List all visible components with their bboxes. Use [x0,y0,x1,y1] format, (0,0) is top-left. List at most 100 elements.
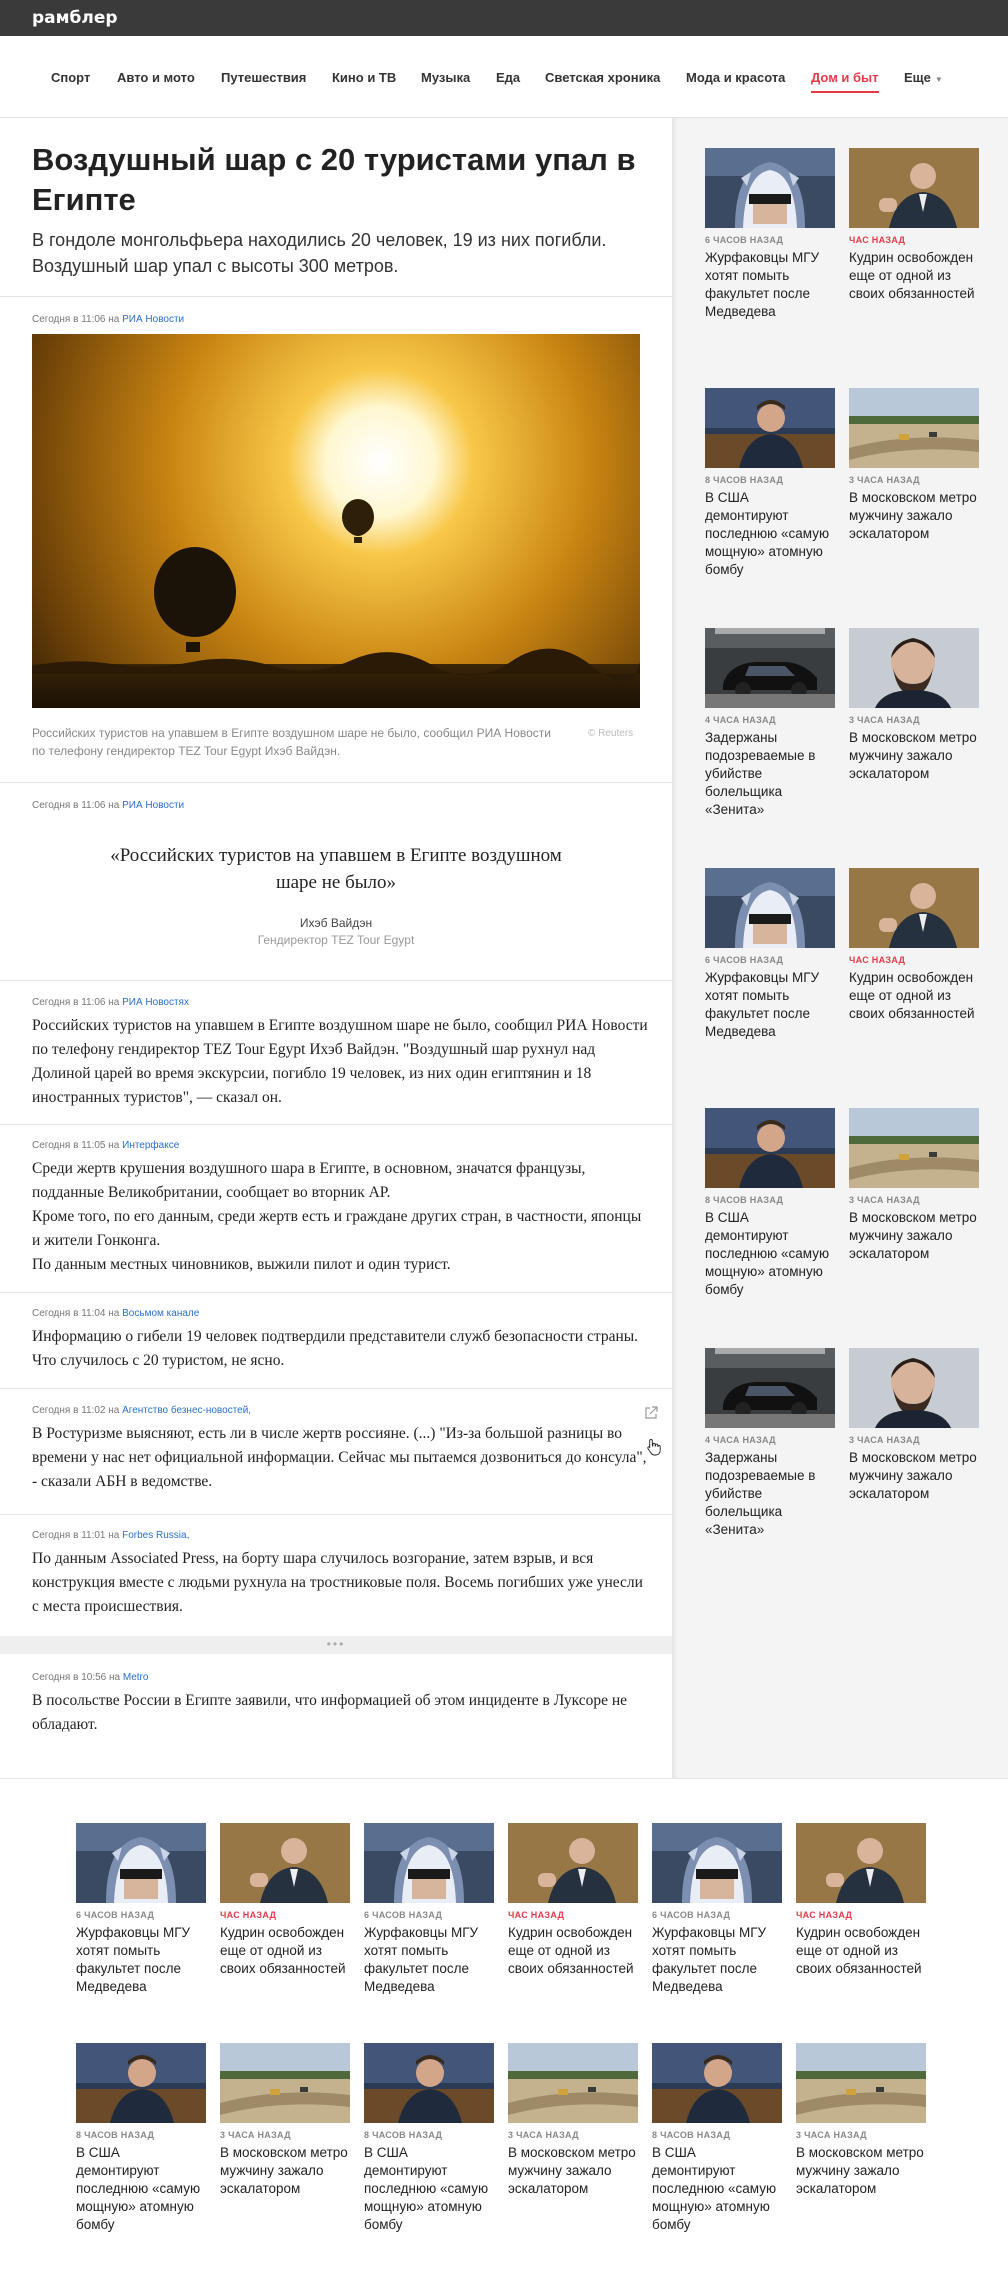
news-title-link[interactable]: Кудрин освобожден еще от одной из своих … [796,1924,926,1978]
nav-item-sport[interactable]: Спорт [51,70,90,85]
news-card[interactable]: 4 ЧАСА НАЗАД Задержаны подозреваемые в уб… [705,1348,835,1539]
news-card[interactable]: 8 ЧАСОВ НАЗАД В США демонтируют последнюю… [705,388,835,579]
news-title-link[interactable]: В московском метро мужчину зажало эскала… [849,489,979,543]
news-title-link[interactable]: Кудрин освобожден еще от одной из своих … [220,1924,350,1978]
news-title-link[interactable]: Журфаковцы МГУ хотят помыть факультет по… [652,1924,782,1996]
news-thumbnail[interactable] [849,1348,979,1428]
news-card[interactable]: ЧАС НАЗАД Кудрин освобожден еще от одной … [508,1823,638,1978]
news-title-link[interactable]: В московском метро мужчину зажало эскала… [796,2144,926,2198]
news-card[interactable]: 3 ЧАСА НАЗАД В московском метро мужчину з… [849,1348,979,1503]
news-thumbnail[interactable] [508,2043,638,2123]
news-timestamp: 8 ЧАСОВ НАЗАД [76,2130,155,2140]
news-thumbnail[interactable] [705,1348,835,1428]
news-card[interactable]: 6 ЧАСОВ НАЗАД Журфаковцы МГУ хотят помыть… [76,1823,206,1996]
news-title-link[interactable]: Кудрин освобожден еще от одной из своих … [849,249,979,303]
divider [0,782,672,783]
news-title-link[interactable]: В США демонтируют последнюю «самую мощну… [76,2144,206,2234]
news-card[interactable]: ЧАС НАЗАД Кудрин освобожден еще от одной … [849,148,979,303]
news-thumbnail[interactable] [705,868,835,948]
news-card[interactable]: 3 ЧАСА НАЗАД В московском метро мужчину з… [796,2043,926,2198]
news-title-link[interactable]: Журфаковцы МГУ хотят помыть факультет по… [705,969,835,1041]
news-thumbnail[interactable] [76,1823,206,1903]
news-thumbnail[interactable] [849,388,979,468]
news-thumbnail[interactable] [849,148,979,228]
news-thumbnail[interactable] [652,1823,782,1903]
news-card[interactable]: 6 ЧАСОВ НАЗАД Журфаковцы МГУ хотят помыть… [652,1823,782,1996]
news-title-link[interactable]: В США демонтируют последнюю «самую мощну… [705,1209,835,1299]
news-thumbnail[interactable] [705,628,835,708]
news-thumbnail[interactable] [220,2043,350,2123]
news-title-link[interactable]: В московском метро мужчину зажало эскала… [508,2144,638,2198]
nav-item-music[interactable]: Музыка [421,70,470,85]
news-card[interactable]: 8 ЧАСОВ НАЗАД В США демонтируют последнюю… [705,1108,835,1299]
news-thumbnail[interactable] [796,2043,926,2123]
news-thumbnail[interactable] [849,1108,979,1188]
news-card[interactable]: 6 ЧАСОВ НАЗАД Журфаковцы МГУ хотят помыть… [364,1823,494,1996]
nav-item-celebrity[interactable]: Светская хроника [545,70,660,85]
news-card[interactable]: 6 ЧАСОВ НАЗАД Журфаковцы МГУ хотят помыть… [705,148,835,321]
news-title-link[interactable]: В московском метро мужчину зажало эскала… [849,729,979,783]
news-thumbnail[interactable] [220,1823,350,1903]
rambler-logo[interactable]: рамблер [32,8,118,28]
news-title-link[interactable]: Журфаковцы МГУ хотят помыть факультет по… [364,1924,494,1996]
entry-source-link[interactable]: Forbes Russia, [122,1530,189,1541]
nav-item-fashion[interactable]: Мода и красота [686,70,785,85]
news-title-link[interactable]: Кудрин освобожден еще от одной из своих … [508,1924,638,1978]
quote-source-link[interactable]: РИА Новости [122,800,184,811]
news-thumbnail[interactable] [705,388,835,468]
news-title-link[interactable]: Кудрин освобожден еще от одной из своих … [849,969,979,1023]
news-thumbnail[interactable] [364,2043,494,2123]
news-thumbnail[interactable] [849,868,979,948]
news-timestamp: 8 ЧАСОВ НАЗАД [705,475,784,485]
news-title-link[interactable]: В США демонтируют последнюю «самую мощну… [652,2144,782,2234]
news-title-link[interactable]: Журфаковцы МГУ хотят помыть факультет по… [705,249,835,321]
quote-meta: Сегодня в 11:06 на РИА Новости [32,800,184,811]
news-card[interactable]: 6 ЧАСОВ НАЗАД Журфаковцы МГУ хотят помыть… [705,868,835,1041]
news-card[interactable]: 3 ЧАСА НАЗАД В московском метро мужчину з… [220,2043,350,2198]
nav-item-cinema[interactable]: Кино и ТВ [332,70,396,85]
news-thumbnail[interactable] [796,1823,926,1903]
nav-item-home[interactable]: Дом и быт [811,70,879,85]
nav-item-travel[interactable]: Путешествия [221,70,306,85]
news-card[interactable]: ЧАС НАЗАД Кудрин освобожден еще от одной … [220,1823,350,1978]
news-title-link[interactable]: В московском метро мужчину зажало эскала… [849,1209,979,1263]
news-title-link[interactable]: В США демонтируют последнюю «самую мощну… [364,2144,494,2234]
news-thumbnail[interactable] [705,148,835,228]
entry-time: Сегодня в 11:06 на [32,997,123,1008]
news-thumbnail[interactable] [76,2043,206,2123]
nav-item-auto[interactable]: Авто и мото [117,70,195,85]
nav-item-more[interactable]: Еще ▼ [904,70,943,85]
news-card[interactable]: 8 ЧАСОВ НАЗАД В США демонтируют последнюю… [652,2043,782,2234]
news-thumbnail[interactable] [508,1823,638,1903]
load-more-divider[interactable]: ••• [0,1636,672,1654]
photo-source-link[interactable]: РИА Новости [122,314,184,325]
entry-source-link[interactable]: Восьмом канале [122,1308,199,1319]
news-card[interactable]: ЧАС НАЗАД Кудрин освобожден еще от одной … [796,1823,926,1978]
news-thumbnail[interactable] [705,1108,835,1188]
entry-source-link[interactable]: Агентство безнес-новостей, [122,1405,251,1416]
news-card[interactable]: 8 ЧАСОВ НАЗАД В США демонтируют последнюю… [76,2043,206,2234]
news-thumbnail[interactable] [364,1823,494,1903]
news-card[interactable]: 3 ЧАСА НАЗАД В московском метро мужчину з… [849,628,979,783]
nav-item-food[interactable]: Еда [496,70,520,85]
news-title-link[interactable]: Задержаны подозреваемые в убийстве болел… [705,1449,835,1539]
news-thumbnail[interactable] [849,628,979,708]
external-link-icon[interactable] [644,1406,658,1420]
article-lead: В гондоле монгольфьера находились 20 чел… [32,230,607,276]
news-card[interactable]: 3 ЧАСА НАЗАД В московском метро мужчину з… [508,2043,638,2198]
news-title-link[interactable]: Задержаны подозреваемые в убийстве болел… [705,729,835,819]
news-card[interactable]: 8 ЧАСОВ НАЗАД В США демонтируют последнюю… [364,2043,494,2234]
news-thumbnail[interactable] [652,2043,782,2123]
quote-author: Ихэб Вайдэн [299,916,373,930]
entry-source-link[interactable]: Metro [123,1672,149,1683]
news-title-link[interactable]: Журфаковцы МГУ хотят помыть факультет по… [76,1924,206,1996]
news-title-link[interactable]: В московском метро мужчину зажало эскала… [849,1449,979,1503]
news-card[interactable]: 4 ЧАСА НАЗАД Задержаны подозреваемые в уб… [705,628,835,819]
news-card[interactable]: 3 ЧАСА НАЗАД В московском метро мужчину з… [849,1108,979,1263]
news-card[interactable]: ЧАС НАЗАД Кудрин освобожден еще от одной … [849,868,979,1023]
news-card[interactable]: 3 ЧАСА НАЗАД В московском метро мужчину з… [849,388,979,543]
news-title-link[interactable]: В США демонтируют последнюю «самую мощну… [705,489,835,579]
entry-source-link[interactable]: РИА Новостях [122,997,189,1008]
news-title-link[interactable]: В московском метро мужчину зажало эскала… [220,2144,350,2198]
entry-source-link[interactable]: Интерфаксе [122,1140,179,1151]
